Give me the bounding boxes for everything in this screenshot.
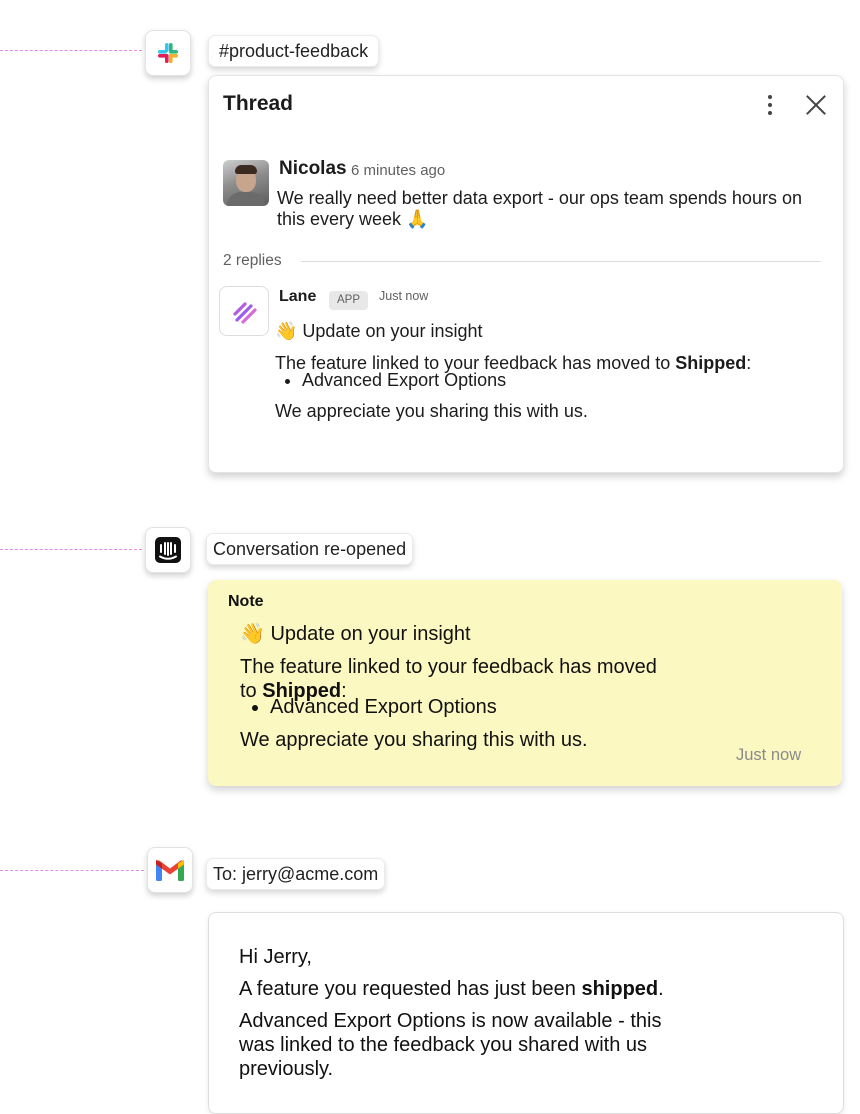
email-line-2: Advanced Export Options is now available… (239, 1010, 662, 1080)
intercom-logo-icon (145, 527, 191, 573)
email-recipient: To: jerry@acme.com (213, 863, 379, 884)
reply-message: 👋 Update on your insight The feature lin… (275, 320, 835, 432)
email-message: Hi Jerry, A feature you requested has ju… (239, 945, 699, 1089)
reply-closing: We appreciate you sharing this with us. (275, 401, 588, 421)
reply-heading: 👋 Update on your insight (275, 321, 483, 341)
more-options-icon[interactable] (761, 90, 779, 120)
lane-app-icon[interactable] (219, 286, 269, 336)
message-author[interactable]: Nicolas (279, 158, 347, 180)
status-text: Shipped (675, 353, 747, 373)
status-text: shipped (581, 978, 659, 1000)
close-icon[interactable] (803, 92, 829, 118)
channel-name: #product-feedback (219, 40, 369, 61)
app-badge: APP (329, 291, 369, 310)
message-timestamp[interactable]: 6 minutes ago (351, 162, 445, 179)
replies-count: 2 replies (223, 252, 282, 269)
note-timestamp: Just now (736, 746, 802, 764)
conversation-event-label: Conversation re-opened (213, 538, 407, 559)
divider (301, 261, 821, 262)
email-line-1: A feature you requested has just been sh… (239, 978, 664, 1000)
message-text: We really need better data export - our … (277, 188, 802, 229)
note-label: Note (228, 593, 264, 610)
note-closing: We appreciate you sharing this with us. (240, 729, 588, 751)
feature-list: Advanced Export Options (240, 695, 660, 719)
gmail-logo-icon (147, 847, 193, 893)
email-greeting: Hi Jerry, (239, 946, 312, 968)
conversation-event-chip: Conversation re-opened (206, 533, 414, 565)
connector-line-gmail (0, 870, 144, 871)
note-message: 👋 Update on your insight The feature lin… (240, 622, 660, 761)
email-recipient-chip: To: jerry@acme.com (206, 858, 386, 890)
intercom-note-card: Note 👋 Update on your insight The featur… (208, 580, 842, 786)
list-item: Advanced Export Options (270, 695, 660, 719)
avatar[interactable] (223, 160, 269, 206)
slack-logo-icon (145, 30, 191, 76)
connector-line-intercom (0, 549, 142, 550)
reply-author[interactable]: Lane (279, 288, 316, 306)
connector-line-slack (0, 50, 142, 51)
channel-chip: #product-feedback (208, 35, 380, 67)
reply-timestamp[interactable]: Just now (379, 289, 428, 303)
note-heading: 👋 Update on your insight (240, 623, 471, 645)
thread-title: Thread (223, 92, 294, 115)
slack-thread-card: Thread Nicolas 6 minutes ago We really n… (208, 75, 844, 473)
email-card: Hi Jerry, A feature you requested has ju… (208, 912, 844, 1114)
